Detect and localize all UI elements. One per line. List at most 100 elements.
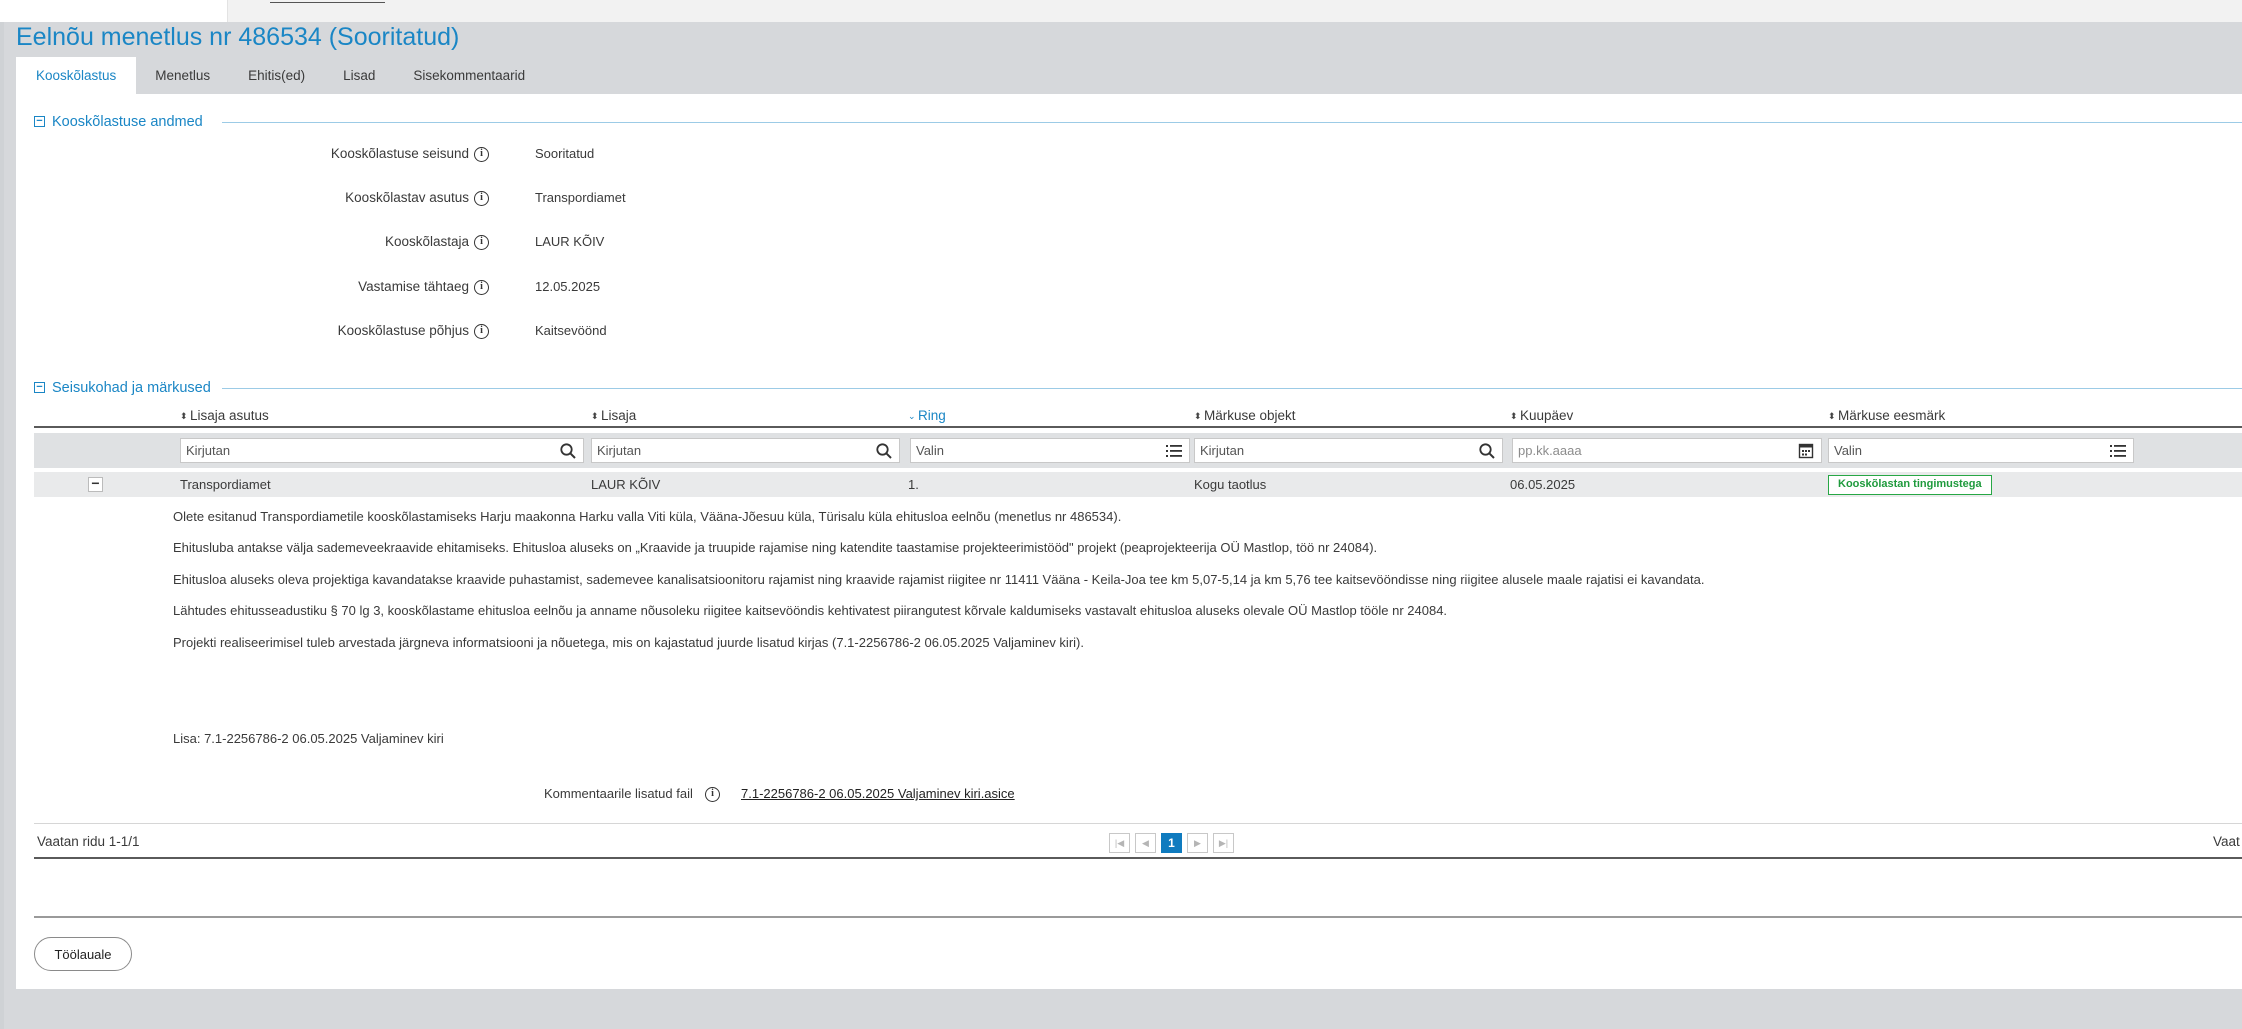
back-to-dashboard-button[interactable]: Töölauale [34, 937, 132, 971]
filter-ring[interactable]: Valin [910, 438, 1190, 463]
field-value: Transpordiamet [535, 190, 626, 205]
prev-page-button[interactable]: ◀ [1135, 833, 1156, 853]
tab-lisad[interactable]: Lisad [324, 57, 394, 94]
comment-paragraph: Ehitusloa aluseks oleva projektiga kavan… [173, 572, 1705, 587]
column-header-ring[interactable]: ⌄ Ring [908, 408, 946, 424]
left-edge [0, 22, 4, 1029]
sort-icon: ⬍ [1828, 411, 1836, 421]
column-header-lisaja-asutus[interactable]: ⬍ Lisaja asutus [180, 408, 269, 424]
section-kooskolastuse-andmed: − Kooskõlastuse andmed [34, 112, 2242, 132]
calendar-icon[interactable] [1797, 442, 1815, 460]
filter-placeholder: pp.kk.aaaa [1518, 443, 1582, 458]
filter-placeholder: Kirjutan [597, 443, 642, 458]
tab-menetlus[interactable]: Menetlus [136, 57, 229, 94]
field-asutus: Kooskõlastav asutus i Transpordiamet [16, 188, 1016, 208]
comment-paragraph: Projekti realiseerimisel tuleb arvestada… [173, 635, 1084, 650]
comment-paragraph: Lähtudes ehitusseadustiku § 70 lg 3, koo… [173, 603, 1448, 618]
next-page-button[interactable]: ▶ [1187, 833, 1208, 853]
attached-file-link[interactable]: 7.1-2256786-2 06.05.2025 Valjaminev kiri… [741, 785, 1015, 803]
field-label: Kooskõlastuse seisund i [331, 144, 489, 164]
section-title: Kooskõlastuse andmed [52, 112, 209, 132]
field-seisund: Kooskõlastuse seisund i Sooritatud [16, 144, 1016, 164]
collapse-icon[interactable]: − [34, 382, 45, 393]
field-value: LAUR KÕIV [535, 234, 605, 249]
cell-object: Kogu taotlus [1194, 477, 1267, 492]
cell-round: 1. [908, 477, 919, 492]
tab-sisekommentaarid[interactable]: Sisekommentaarid [394, 57, 544, 94]
filter-row: Kirjutan Kirjutan Valin Kirjutan pp.kk.a… [34, 433, 2242, 468]
cell-institution: Transpordiamet [180, 477, 271, 492]
first-page-button[interactable]: |◀ [1109, 833, 1130, 853]
cell-author: LAUR KÕIV [591, 477, 661, 492]
filter-placeholder: Kirjutan [186, 443, 231, 458]
tab-ehitised[interactable]: Ehitis(ed) [229, 57, 324, 94]
filter-markuse-objekt[interactable]: Kirjutan [1194, 438, 1503, 463]
sort-desc-icon: ⌄ [908, 411, 916, 421]
field-label: Vastamise tähtaeg i [358, 277, 489, 297]
pagination: |◀ ◀ 1 ▶ ▶| [1109, 833, 1234, 853]
table-row[interactable]: − Transpordiamet LAUR KÕIV 1. Kogu taotl… [34, 472, 2242, 497]
sort-icon: ⬍ [591, 411, 599, 421]
info-icon[interactable]: i [474, 190, 489, 206]
filter-lisaja-asutus[interactable]: Kirjutan [180, 438, 584, 463]
search-icon[interactable] [1478, 442, 1496, 460]
sort-icon: ⬍ [1194, 411, 1202, 421]
filter-placeholder: Valin [916, 443, 944, 458]
content-panel: − Kooskõlastuse andmed Kooskõlastuse sei… [16, 94, 2242, 989]
attached-file-label: Kommentaarile lisatud fail [544, 786, 693, 801]
top-strip [0, 0, 2242, 22]
filter-kuupaev[interactable]: pp.kk.aaaa [1512, 438, 1822, 463]
field-kooskolastaja: Kooskõlastaja i LAUR KÕIV [16, 232, 1016, 252]
comment-paragraph: Ehitusluba antakse välja sademeveekraavi… [173, 540, 1378, 555]
comment-paragraph: Olete esitanud Transpordiametile kooskõl… [173, 509, 1122, 524]
filter-lisaja[interactable]: Kirjutan [591, 438, 900, 463]
section-divider [222, 122, 2242, 123]
list-icon[interactable] [1165, 442, 1183, 460]
cell-date: 06.05.2025 [1510, 477, 1576, 492]
section-divider [222, 388, 2242, 389]
list-icon[interactable] [2109, 442, 2127, 460]
sort-icon: ⬍ [180, 411, 188, 421]
field-tahtaeg: Vastamise tähtaeg i 12.05.2025 [16, 277, 1016, 297]
sort-icon: ⬍ [1510, 411, 1518, 421]
collapse-icon[interactable]: − [34, 116, 45, 127]
section-title: Seisukohad ja märkused [52, 378, 217, 398]
tab-bar: Kooskõlastus Menetlus Ehitis(ed) Lisad S… [16, 57, 544, 94]
top-left-block [0, 0, 228, 22]
field-value: Sooritatud [535, 146, 595, 161]
column-header-kuupaev[interactable]: ⬍ Kuupäev [1510, 408, 1573, 424]
filter-placeholder: Valin [1834, 443, 1862, 458]
search-icon[interactable] [559, 442, 577, 460]
rows-info-right: Vaat [2213, 834, 2240, 849]
status-badge: Kooskõlastan tingimustega [1828, 475, 1992, 495]
field-label: Kooskõlastaja i [385, 232, 489, 252]
field-value: 12.05.2025 [535, 279, 601, 294]
last-page-button[interactable]: ▶| [1213, 833, 1234, 853]
info-icon[interactable]: i [474, 279, 489, 295]
info-icon[interactable]: i [474, 146, 489, 162]
column-header-markuse-eesmark[interactable]: ⬍ Märkuse eesmärk [1828, 408, 1945, 424]
filter-markuse-eesmark[interactable]: Valin [1828, 438, 2134, 463]
rows-info: Vaatan ridu 1-1/1 [37, 834, 140, 849]
breadcrumb-link[interactable] [270, 0, 385, 3]
field-pohjus: Kooskõlastuse põhjus i Kaitsevöönd [16, 321, 1016, 341]
attachment-note: Lisa: 7.1-2256786-2 06.05.2025 Valjamine… [173, 731, 444, 746]
page-button-current[interactable]: 1 [1161, 833, 1182, 853]
info-icon[interactable]: i [474, 323, 489, 339]
field-label: Kooskõlastav asutus i [345, 188, 489, 208]
table-header: ⬍ Lisaja asutus ⬍ Lisaja ⌄ Ring ⬍ Märkuse ob… [34, 408, 2242, 428]
field-value: Kaitsevöönd [535, 323, 607, 338]
search-icon[interactable] [875, 442, 893, 460]
divider [34, 916, 2242, 918]
tab-kooskolastus[interactable]: Kooskõlastus [16, 57, 137, 94]
collapse-row-button[interactable]: − [88, 476, 103, 492]
filter-placeholder: Kirjutan [1200, 443, 1245, 458]
section-seisukohad: − Seisukohad ja märkused [34, 378, 2242, 398]
field-label: Kooskõlastuse põhjus i [338, 321, 489, 341]
table-footer: Vaatan ridu 1-1/1 |◀ ◀ 1 ▶ ▶| Vaat [34, 824, 2242, 859]
column-header-lisaja[interactable]: ⬍ Lisaja [591, 408, 636, 424]
column-header-markuse-objekt[interactable]: ⬍ Märkuse objekt [1194, 408, 1296, 424]
page-title: Eelnõu menetlus nr 486534 (Sooritatud) [16, 23, 460, 51]
info-icon[interactable]: i [474, 234, 489, 250]
info-icon[interactable]: i [705, 787, 720, 802]
